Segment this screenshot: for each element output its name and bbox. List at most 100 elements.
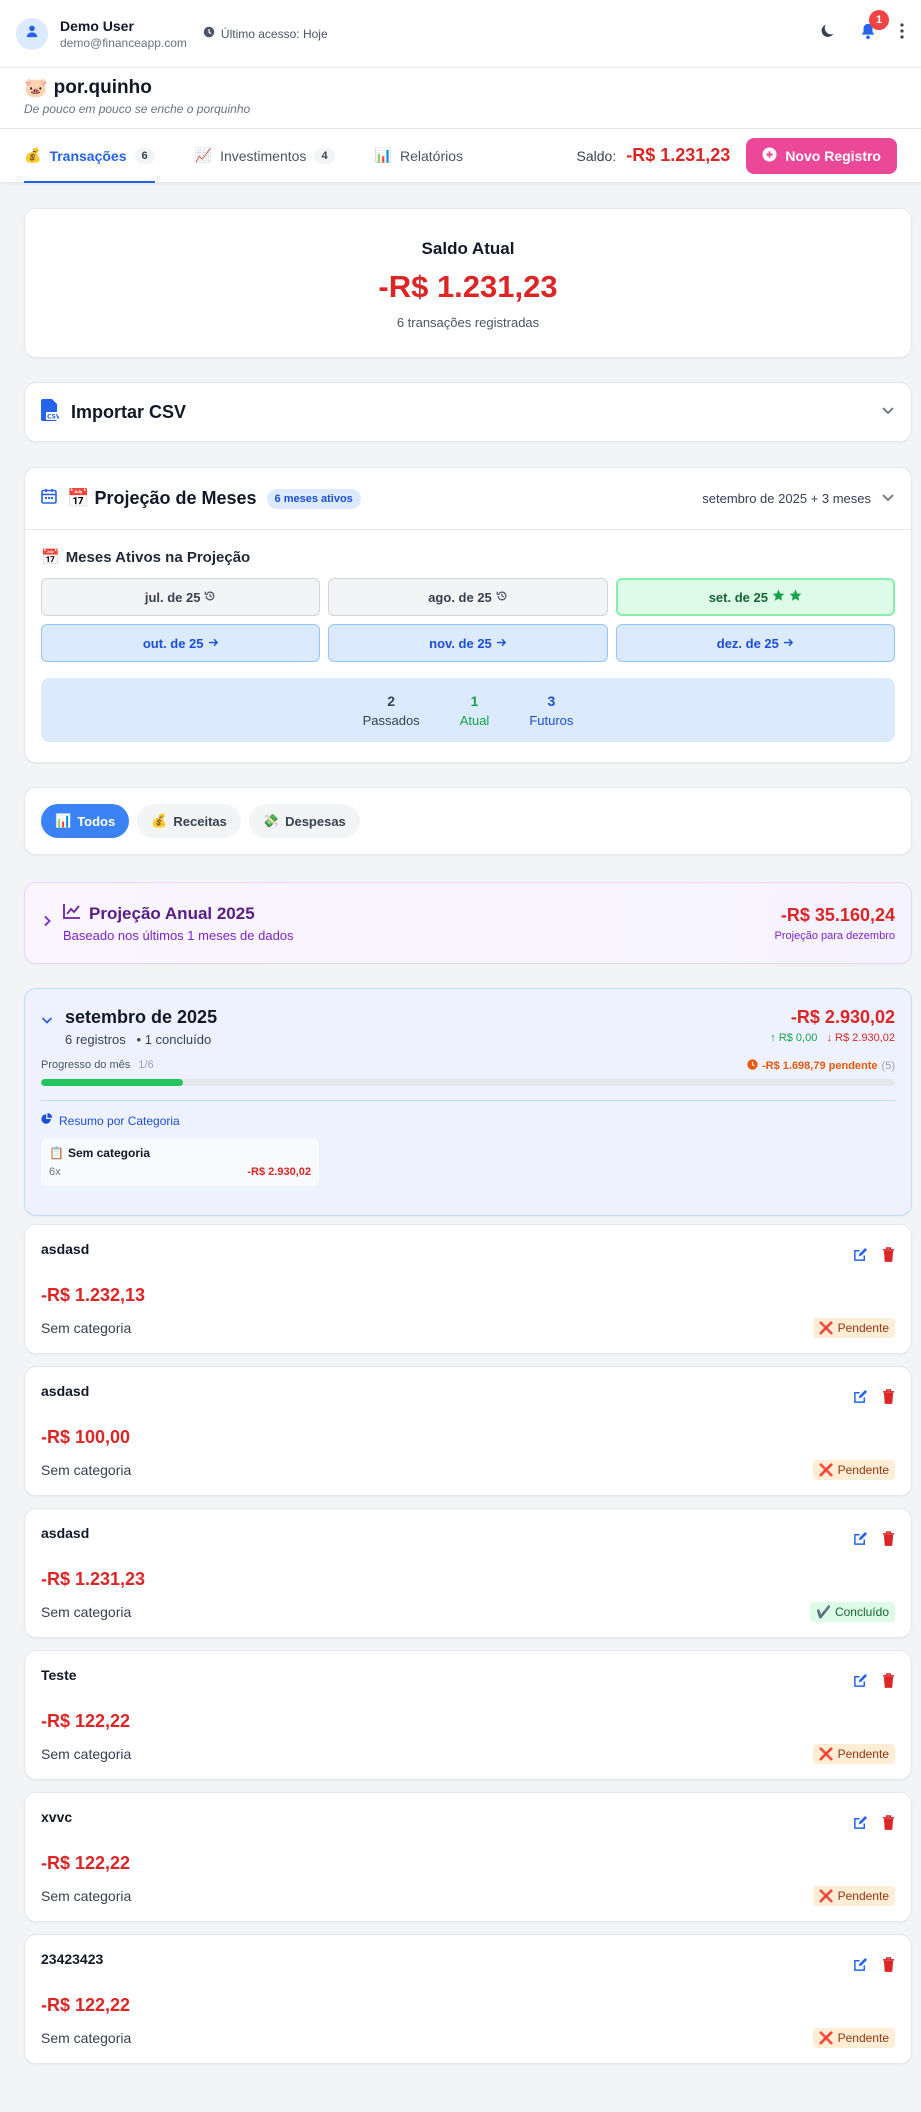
- brand-subtitle: De pouco em pouco se enche o porquinho: [24, 102, 251, 116]
- transaction-category: Sem categoria: [41, 1320, 132, 1336]
- filter-receitas[interactable]: 💰 Receitas: [137, 804, 241, 838]
- tab-label: Transações: [49, 147, 127, 164]
- filter-despesas[interactable]: 💸 Despesas: [248, 804, 360, 838]
- calendar-emoji-icon: 📅: [41, 549, 60, 566]
- new-record-button[interactable]: Novo Registro: [746, 137, 897, 174]
- annual-projection-note: Projeção para dezembro: [774, 929, 895, 942]
- balance-title: Saldo Atual: [421, 239, 515, 258]
- month-projection-panel: 📅 Projeção de Meses 6 meses ativos setem…: [24, 467, 912, 763]
- tab-investimentos[interactable]: 📈 Investimentos 4: [195, 129, 335, 182]
- transaction-amount: -R$ 1.231,23: [41, 1569, 146, 1589]
- status-badge[interactable]: ❌ Pendente: [812, 1744, 895, 1764]
- more-vertical-icon[interactable]: [899, 22, 905, 45]
- month-records: 6 registros: [65, 1032, 126, 1047]
- filter-todos[interactable]: 📊 Todos: [41, 804, 130, 838]
- pending-amount: -R$ 1.698,79 pendente: [761, 1060, 878, 1072]
- bar-chart-icon: 📊: [374, 147, 392, 163]
- status-badge[interactable]: ❌ Pendente: [812, 1460, 895, 1480]
- tab-count: 4: [314, 147, 335, 164]
- history-icon: [496, 590, 508, 605]
- month-chip-aug[interactable]: ago. de 25: [328, 578, 608, 616]
- month-chip-dec[interactable]: dez. de 25: [615, 624, 895, 662]
- stat-past: 2 Passados: [363, 693, 420, 728]
- category-value: -R$ 2.930,02: [247, 1166, 311, 1178]
- status-text: Pendente: [837, 1463, 889, 1477]
- active-months-badge: 6 meses ativos: [266, 488, 361, 509]
- trash-icon[interactable]: [882, 1247, 895, 1267]
- trash-icon[interactable]: [882, 1389, 895, 1409]
- chevron-down-icon: [881, 490, 895, 507]
- status-text: Pendente: [837, 1889, 889, 1903]
- edit-icon[interactable]: [853, 1531, 868, 1551]
- chevron-right-icon: [41, 914, 53, 932]
- trend-chart-icon: [63, 903, 81, 924]
- balance-value: -R$ 1.231,23: [378, 269, 558, 304]
- notifications-button[interactable]: 1: [859, 10, 889, 45]
- month-projection-title-text: Projeção de Meses: [94, 488, 257, 508]
- csv-file-icon: CSV: [41, 398, 61, 426]
- svg-text:CSV: CSV: [47, 413, 59, 420]
- month-projection-header[interactable]: 📅 Projeção de Meses 6 meses ativos setem…: [25, 468, 911, 530]
- projection-range[interactable]: setembro de 2025 + 3 meses: [702, 490, 895, 507]
- month-label: jul. de 25: [144, 589, 201, 605]
- transaction-amount: -R$ 122,22: [41, 1853, 131, 1873]
- month-chip-jul[interactable]: jul. de 25: [41, 578, 321, 616]
- transaction-name: xvvc: [41, 1809, 73, 1825]
- active-months-heading: 📅 Meses Ativos na Projeção: [41, 548, 895, 567]
- clipboard-icon: 📋: [49, 1146, 64, 1160]
- edit-icon[interactable]: [853, 1815, 868, 1835]
- stat-number: 1: [470, 692, 479, 709]
- trash-icon[interactable]: [882, 1673, 895, 1693]
- cross-mark-icon: ❌: [818, 1321, 834, 1335]
- transaction-name: 23423423: [41, 1951, 104, 1967]
- chevron-down-icon[interactable]: [881, 403, 895, 422]
- tab-transacoes[interactable]: 💰 Transações 6: [24, 129, 155, 183]
- status-badge[interactable]: ❌ Pendente: [812, 1886, 895, 1906]
- money-bag-icon: 💰: [24, 147, 42, 163]
- month-chip-nov[interactable]: nov. de 25: [328, 624, 608, 662]
- plus-circle-icon: [762, 146, 777, 165]
- user-avatar[interactable]: [16, 17, 48, 50]
- stat-future: 3 Futuros: [529, 693, 573, 728]
- category-summary-heading: Resumo por Categoria: [41, 1113, 895, 1128]
- import-csv-panel[interactable]: CSV Importar CSV: [24, 382, 912, 442]
- cross-mark-icon: ❌: [818, 2031, 834, 2045]
- balance-card: Saldo Atual -R$ 1.231,23 6 transações re…: [24, 208, 912, 358]
- main-tabs: 💰 Transações 6 📈 Investimentos 4 📊 Relat…: [0, 129, 921, 183]
- stat-current: 1 Atual: [460, 693, 490, 728]
- tab-relatorios[interactable]: 📊 Relatórios: [375, 129, 463, 182]
- month-label: nov. de 25: [429, 635, 492, 651]
- trash-icon[interactable]: [882, 1815, 895, 1835]
- pie-chart-icon: [41, 1113, 53, 1128]
- month-summary-panel: setembro de 2025 6 registros • 1 concluí…: [24, 988, 912, 1216]
- edit-icon[interactable]: [853, 1247, 868, 1267]
- month-chip-oct[interactable]: out. de 25: [41, 624, 321, 662]
- transaction-amount: -R$ 1.232,13: [41, 1285, 146, 1305]
- stat-number: 3: [547, 692, 556, 709]
- status-badge[interactable]: ❌ Pendente: [812, 2028, 895, 2048]
- moon-icon[interactable]: [819, 22, 837, 45]
- clock-icon: [747, 1059, 758, 1073]
- notification-count-badge: 1: [869, 10, 889, 30]
- status-badge[interactable]: ❌ Pendente: [812, 1318, 895, 1338]
- month-projection-title: 📅 Projeção de Meses: [67, 488, 257, 509]
- transaction-card: 23423423 -R$ 122,22 Sem categoria ❌ Pend…: [24, 1934, 912, 2064]
- edit-icon[interactable]: [853, 1673, 868, 1693]
- transaction-card: asdasd -R$ 1.231,23 Sem categoria ✔️ Con…: [24, 1508, 912, 1638]
- trash-icon[interactable]: [882, 1531, 895, 1551]
- month-label: ago. de 25: [428, 589, 492, 605]
- month-label: set. de 25: [708, 589, 768, 605]
- user-icon: [25, 24, 39, 43]
- trash-icon[interactable]: [882, 1957, 895, 1977]
- edit-icon[interactable]: [853, 1957, 868, 1977]
- edit-icon[interactable]: [853, 1389, 868, 1409]
- month-chip-sep[interactable]: set. de 25: [615, 578, 895, 616]
- month-title: setembro de 2025: [65, 1007, 218, 1027]
- chevron-down-icon[interactable]: [41, 1013, 53, 1047]
- annual-projection-panel[interactable]: Projeção Anual 2025 Baseado nos últimos …: [24, 882, 912, 964]
- user-email: demo@financeapp.com: [60, 35, 187, 50]
- month-completed: • 1 concluído: [136, 1032, 212, 1047]
- status-text: Pendente: [837, 1747, 889, 1761]
- last-access: Último acesso: Hoje: [203, 26, 328, 41]
- status-badge[interactable]: ✔️ Concluído: [810, 1602, 895, 1622]
